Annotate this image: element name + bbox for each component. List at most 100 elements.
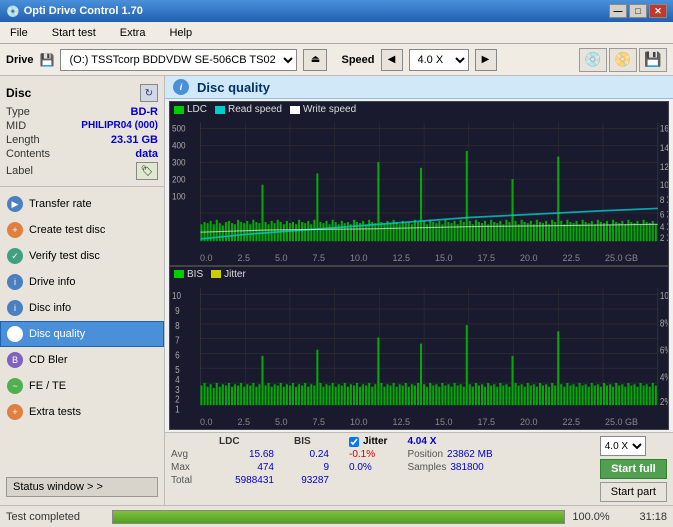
- status-window-button[interactable]: Status window > >: [6, 477, 158, 497]
- status-time: 31:18: [617, 511, 667, 523]
- mid-label: MID: [6, 120, 26, 132]
- ldc-legend-dot: [174, 106, 184, 114]
- maximize-button[interactable]: □: [629, 4, 647, 18]
- svg-text:10 X: 10 X: [660, 180, 668, 191]
- avg-jitter: -0.1%: [349, 449, 387, 460]
- chart1-legend: LDC Read speed Write speed: [170, 102, 668, 117]
- drive-select[interactable]: (O:) TSSTcorp BDDVDW SE-506CB TS02: [60, 49, 297, 71]
- sidebar-item-disc-quality[interactable]: ★ Disc quality: [0, 321, 164, 347]
- quality-header: i Disc quality: [165, 76, 673, 99]
- speed-next-button[interactable]: ▶: [475, 49, 497, 71]
- chart1-svg: 500 400 300 200 100 16 X 14 X 12 X 10 X …: [170, 117, 668, 253]
- disc-quality-icon: ★: [7, 326, 23, 342]
- chart2-container: BIS Jitter: [169, 266, 669, 431]
- svg-text:2 X: 2 X: [660, 233, 668, 244]
- action-speed-dropdown[interactable]: 4.0 X: [600, 436, 646, 456]
- total-bis: 93287: [294, 475, 329, 486]
- samples-val: 381800: [450, 462, 483, 473]
- drive-info-label: Drive info: [29, 276, 75, 288]
- read-speed-legend-dot: [215, 106, 225, 114]
- avg-label: Avg: [171, 449, 199, 460]
- sidebar-item-disc-info[interactable]: i Disc info: [0, 295, 164, 321]
- statusbar: Test completed 100.0% 31:18: [0, 505, 673, 527]
- position-label: Position: [407, 449, 443, 460]
- svg-text:12 X: 12 X: [660, 162, 668, 173]
- svg-text:300: 300: [172, 157, 186, 168]
- sidebar-item-fe-te[interactable]: ~ FE / TE: [0, 373, 164, 399]
- mid-value: PHILIPR04 (000): [81, 120, 158, 132]
- transfer-rate-icon: ▶: [7, 196, 23, 212]
- svg-text:6%: 6%: [660, 344, 668, 355]
- jitter-checkbox[interactable]: [349, 437, 359, 447]
- svg-text:7: 7: [175, 334, 180, 345]
- bis-header: BIS: [294, 436, 329, 447]
- svg-text:2%: 2%: [660, 396, 668, 407]
- disc-info-icon: i: [7, 300, 23, 316]
- status-window-label: Status window > >: [13, 481, 103, 493]
- toolbar-icons: 💿 📀 💾: [579, 48, 667, 72]
- menu-help[interactable]: Help: [163, 25, 198, 41]
- sidebar-item-create-test-disc[interactable]: + Create test disc: [0, 217, 164, 243]
- disc-label-field-label: Label: [6, 165, 33, 177]
- menu-extra[interactable]: Extra: [114, 25, 152, 41]
- sidebar-item-extra-tests[interactable]: + Extra tests: [0, 399, 164, 425]
- start-part-button[interactable]: Start part: [600, 482, 667, 502]
- fe-te-icon: ~: [7, 378, 23, 394]
- max-ldc: 474: [219, 462, 274, 473]
- jitter-legend-label: Jitter: [224, 269, 246, 280]
- sidebar-item-transfer-rate[interactable]: ▶ Transfer rate: [0, 191, 164, 217]
- speed-label: Speed: [341, 54, 374, 66]
- samples-label: Samples: [407, 462, 446, 473]
- jitter-legend-dot: [211, 270, 221, 278]
- length-value: 23.31 GB: [111, 134, 158, 146]
- position-row: Position 23862 MB: [407, 449, 492, 460]
- bis-legend-label: BIS: [187, 269, 203, 280]
- verify-test-disc-icon: ✓: [7, 248, 23, 264]
- chart1-x-axis: 0.0 2.5 5.0 7.5 10.0 12.5 15.0 17.5 20.0…: [170, 253, 668, 265]
- speed-select[interactable]: 4.0 X 2.0 X 6.0 X: [409, 49, 469, 71]
- disc-label-icon-button[interactable]: 🏷: [136, 162, 158, 180]
- eject-button[interactable]: ⏏: [303, 49, 327, 71]
- svg-text:500: 500: [172, 123, 186, 134]
- disc-refresh-button[interactable]: ↻: [140, 84, 158, 102]
- sidebar-item-drive-info[interactable]: i Drive info: [0, 269, 164, 295]
- sidebar-item-verify-test-disc[interactable]: ✓ Verify test disc: [0, 243, 164, 269]
- svg-text:4 X: 4 X: [660, 222, 668, 233]
- stats-headers: LDC BIS: [171, 436, 329, 447]
- menu-file[interactable]: File: [4, 25, 34, 41]
- type-label: Type: [6, 106, 30, 118]
- disc-icon-btn[interactable]: 💿: [579, 48, 607, 72]
- chart2-plot: 10 9 8 7 6 5 4 3 2 1 10% 8%: [170, 282, 668, 418]
- speed-prev-button[interactable]: ◀: [381, 49, 403, 71]
- content-area: Disc ↻ Type BD-R MID PHILIPR04 (000) Len…: [0, 76, 673, 505]
- drivebar: Drive 💾 (O:) TSSTcorp BDDVDW SE-506CB TS…: [0, 44, 673, 76]
- max-bis: 9: [294, 462, 329, 473]
- disc-quality-label: Disc quality: [29, 328, 85, 340]
- menu-start-test[interactable]: Start test: [46, 25, 102, 41]
- disc-label: Disc: [6, 86, 31, 100]
- close-button[interactable]: ✕: [649, 4, 667, 18]
- media-icon-btn[interactable]: 📀: [609, 48, 637, 72]
- svg-text:400: 400: [172, 140, 186, 151]
- legend-ldc: LDC: [174, 104, 207, 115]
- action-buttons: 4.0 X Start full Start part: [600, 436, 667, 502]
- contents-label: Contents: [6, 148, 50, 160]
- position-val: 23862 MB: [447, 449, 493, 460]
- svg-text:14 X: 14 X: [660, 142, 668, 153]
- ldc-header: LDC: [219, 436, 274, 447]
- svg-text:8 X: 8 X: [660, 194, 668, 205]
- svg-text:6 X: 6 X: [660, 209, 668, 220]
- start-full-button[interactable]: Start full: [600, 459, 667, 479]
- main-layout: Drive 💾 (O:) TSSTcorp BDDVDW SE-506CB TS…: [0, 44, 673, 527]
- titlebar: 💿 Opti Drive Control 1.70 — □ ✕: [0, 0, 673, 22]
- chart2-x-axis: 0.0 2.5 5.0 7.5 10.0 12.5 15.0 17.5 20.0…: [170, 417, 668, 429]
- verify-test-disc-label: Verify test disc: [29, 250, 100, 262]
- save-icon-btn[interactable]: 💾: [639, 48, 667, 72]
- total-label: Total: [171, 475, 199, 486]
- svg-text:9: 9: [175, 305, 180, 316]
- fe-te-label: FE / TE: [29, 380, 66, 392]
- drive-icon: 💾: [40, 53, 55, 67]
- minimize-button[interactable]: —: [609, 4, 627, 18]
- sidebar-item-cd-bler[interactable]: B CD Bler: [0, 347, 164, 373]
- legend-write-speed: Write speed: [290, 104, 356, 115]
